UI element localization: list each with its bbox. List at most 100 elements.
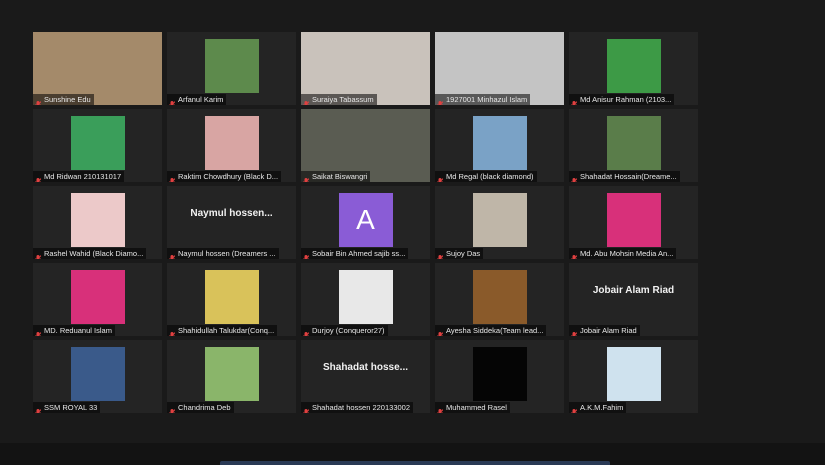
avatar-letter: A — [338, 193, 393, 247]
mic-muted-icon — [437, 96, 444, 105]
mic-muted-icon — [169, 404, 176, 413]
name-label: Shahadat hossen 220133002 — [301, 402, 414, 413]
name-label: Sunshine Edu — [33, 94, 94, 105]
name-label: 1927001 Minhazul Islam — [435, 94, 531, 105]
mic-muted-icon — [437, 404, 444, 413]
participant-video — [70, 270, 125, 324]
mic-muted-icon — [35, 404, 42, 413]
participant-tile[interactable]: Rashel Wahid (Black Diamo... — [33, 186, 162, 259]
participant-tile[interactable]: Sujoy Das — [435, 186, 564, 259]
mic-muted-icon — [35, 173, 42, 182]
name-label: Durjoy (Conqueror27) — [301, 325, 388, 336]
participant-video — [70, 193, 125, 247]
participant-tile[interactable]: Naymul hossen... Naymul hossen (Dreamers … — [167, 186, 296, 259]
participant-tile[interactable]: Jobair Alam Riad Jobair Alam Riad — [569, 263, 698, 336]
participant-tile[interactable]: Md Ridwan 210131017 — [33, 109, 162, 182]
participant-name: Shahadat Hossain(Dreame... — [580, 172, 677, 181]
mic-muted-icon — [303, 250, 310, 259]
participant-video — [472, 270, 527, 324]
participant-name: Suraiya Tabassum — [312, 95, 374, 104]
name-label: Md Ridwan 210131017 — [33, 171, 125, 182]
participant-name: Md. Abu Mohsin Media An... — [580, 249, 674, 258]
mic-muted-icon — [169, 250, 176, 259]
participant-name: Sunshine Edu — [44, 95, 91, 104]
participant-tile[interactable]: Chandrima Deb — [167, 340, 296, 413]
participant-name: Ayesha Siddeka(Team lead... — [446, 326, 544, 335]
participant-name: Naymul hossen (Dreamers ... — [178, 249, 276, 258]
participant-video — [472, 347, 527, 401]
mic-muted-icon — [571, 327, 578, 336]
mic-muted-icon — [35, 96, 42, 105]
participant-tile[interactable]: Sunshine Edu — [33, 32, 162, 105]
participant-name: 1927001 Minhazul Islam — [446, 95, 528, 104]
meeting-controls-bar — [0, 443, 825, 465]
participant-name: Chandrima Deb — [178, 403, 231, 412]
mic-muted-icon — [571, 404, 578, 413]
mic-muted-icon — [571, 250, 578, 259]
participant-name: SSM ROYAL 33 — [44, 403, 98, 412]
participant-tile[interactable]: Muhammed Rasel — [435, 340, 564, 413]
mic-muted-icon — [303, 96, 310, 105]
participant-tile[interactable]: SSM ROYAL 33 — [33, 340, 162, 413]
participant-video — [70, 116, 125, 170]
participant-video — [204, 347, 259, 401]
participant-tile[interactable]: Md. Abu Mohsin Media An... — [569, 186, 698, 259]
participant-name: Md Regal (black diamond) — [446, 172, 534, 181]
mic-muted-icon — [437, 250, 444, 259]
participant-display-name: Jobair Alam Riad — [592, 285, 675, 296]
participant-tile[interactable]: Md Anisur Rahman (2103... — [569, 32, 698, 105]
mic-muted-icon — [571, 96, 578, 105]
mic-muted-icon — [169, 173, 176, 182]
name-label: Ayesha Siddeka(Team lead... — [435, 325, 547, 336]
participant-tile[interactable]: MD. Reduanul Islam — [33, 263, 162, 336]
participant-name: Sobair Bin Ahmed sajib ss... — [312, 249, 406, 258]
participant-name: A.K.M.Fahim — [580, 403, 624, 412]
mic-muted-icon — [437, 173, 444, 182]
name-label: Md Regal (black diamond) — [435, 171, 537, 182]
participant-tile[interactable]: Arfanul Karim — [167, 32, 296, 105]
mic-muted-icon — [303, 173, 310, 182]
participant-tile[interactable]: Raktim Chowdhury (Black D... — [167, 109, 296, 182]
mic-muted-icon — [437, 327, 444, 336]
participant-video — [204, 270, 259, 324]
participant-tile[interactable]: 1927001 Minhazul Islam — [435, 32, 564, 105]
name-label: Sujoy Das — [435, 248, 484, 259]
participant-name: Shahadat hossen 220133002 — [312, 403, 411, 412]
name-label: Naymul hossen (Dreamers ... — [167, 248, 279, 259]
participant-video — [606, 116, 661, 170]
name-label: Shahidullah Talukdar(Conq... — [167, 325, 278, 336]
participant-tile[interactable]: A Sobair Bin Ahmed sajib ss... — [301, 186, 430, 259]
participant-tile[interactable]: Ayesha Siddeka(Team lead... — [435, 263, 564, 336]
participant-display-name: Shahadat hosse... — [322, 362, 409, 373]
mic-muted-icon — [35, 250, 42, 259]
name-label: Jobair Alam Riad — [569, 325, 640, 336]
participant-tile[interactable]: Durjoy (Conqueror27) — [301, 263, 430, 336]
participant-name: Sujoy Das — [446, 249, 481, 258]
name-label: Arfanul Karim — [167, 94, 227, 105]
name-label: Shahadat Hossain(Dreame... — [569, 171, 680, 182]
participant-name: Durjoy (Conqueror27) — [312, 326, 385, 335]
participant-tile[interactable]: Shahidullah Talukdar(Conq... — [167, 263, 296, 336]
participant-tile[interactable]: Md Regal (black diamond) — [435, 109, 564, 182]
participant-video — [606, 347, 661, 401]
participant-name: Muhammed Rasel — [446, 403, 507, 412]
name-label: Chandrima Deb — [167, 402, 234, 413]
participant-video — [472, 116, 527, 170]
name-label: Md Anisur Rahman (2103... — [569, 94, 675, 105]
participant-tile[interactable]: Suraiya Tabassum — [301, 32, 430, 105]
participant-tile[interactable]: A.K.M.Fahim — [569, 340, 698, 413]
name-label: Suraiya Tabassum — [301, 94, 377, 105]
participant-video — [204, 116, 259, 170]
participant-tile[interactable]: Shahadat hosse... Shahadat hossen 2201330… — [301, 340, 430, 413]
participant-tile[interactable]: Shahadat Hossain(Dreame... — [569, 109, 698, 182]
participant-video — [606, 193, 661, 247]
name-label: A.K.M.Fahim — [569, 402, 627, 413]
participant-display-name: Naymul hossen... — [190, 208, 273, 219]
participant-video — [472, 193, 527, 247]
gallery-grid: Sunshine Edu Arfanul Karim Suraiya Tabassu… — [33, 32, 698, 415]
mic-muted-icon — [35, 327, 42, 336]
mic-muted-icon — [571, 173, 578, 182]
participant-video — [70, 347, 125, 401]
participant-name: Shahidullah Talukdar(Conq... — [178, 326, 275, 335]
participant-tile[interactable]: Saikat Biswangri — [301, 109, 430, 182]
